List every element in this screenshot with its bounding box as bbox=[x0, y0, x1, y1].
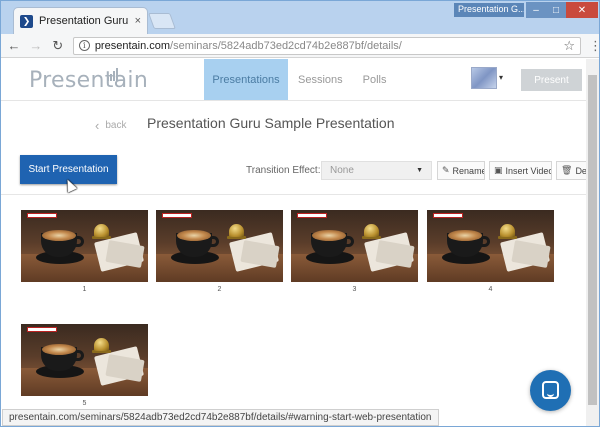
slide-thumbnail[interactable] bbox=[291, 210, 418, 282]
slide-image-coffee bbox=[42, 230, 76, 241]
back-label: back bbox=[105, 120, 127, 131]
pencil-icon: ✎ bbox=[442, 165, 450, 175]
info-icon[interactable]: i bbox=[78, 40, 90, 51]
nav-polls[interactable]: Polls bbox=[353, 59, 397, 100]
slide-number: 4 bbox=[488, 286, 493, 293]
delete-label: Dele bbox=[575, 165, 586, 176]
present-button[interactable]: Present bbox=[521, 69, 582, 91]
app-header: Presentain Presentations Sessions Polls … bbox=[1, 59, 586, 101]
caret-down-icon: ▼ bbox=[416, 167, 423, 174]
slide-thumbnail[interactable] bbox=[21, 324, 148, 396]
tab-close-icon[interactable]: × bbox=[135, 15, 141, 27]
slide-thumbnail[interactable] bbox=[156, 210, 283, 282]
reload-icon[interactable]: ↻ bbox=[49, 37, 67, 55]
chat-button[interactable] bbox=[530, 370, 571, 411]
forward-arrow-icon[interactable]: → bbox=[27, 37, 45, 55]
browser-menu-icon[interactable]: ⋮ bbox=[589, 38, 599, 54]
insert-video-button[interactable]: ▣ Insert Video bbox=[489, 161, 552, 180]
minimize-button[interactable]: – bbox=[526, 2, 546, 18]
browser-window: ❯ Presentation Guru Samp × Presentation … bbox=[0, 0, 600, 427]
video-icon: ▣ bbox=[494, 165, 503, 175]
transition-effect-value: None bbox=[330, 165, 354, 176]
bookmark-star-icon[interactable]: ☆ bbox=[563, 38, 575, 54]
page-content: Presentain Presentations Sessions Polls … bbox=[1, 59, 586, 426]
slide-image-bell bbox=[229, 224, 244, 237]
slide-logo-badge bbox=[162, 213, 192, 218]
slide-image-coffee bbox=[312, 230, 346, 241]
chevron-down-icon[interactable]: ▾ bbox=[499, 73, 503, 82]
slide-image-coffee bbox=[42, 344, 76, 355]
transition-effect-label: Transition Effect: bbox=[246, 165, 321, 176]
presentain-logo[interactable]: Presentain bbox=[29, 68, 148, 93]
divider bbox=[1, 194, 586, 195]
nav-presentations[interactable]: Presentations bbox=[204, 59, 288, 100]
transition-effect-select[interactable]: None ▼ bbox=[321, 161, 432, 180]
scroll-thumb[interactable] bbox=[588, 75, 597, 405]
chevron-left-icon: ‹ bbox=[95, 118, 100, 133]
title-bar: ❯ Presentation Guru Samp × Presentation … bbox=[1, 1, 599, 34]
slide-image-bell bbox=[94, 224, 109, 237]
slide-number: 2 bbox=[217, 286, 222, 293]
page-title: Presentation Guru Sample Presentation bbox=[147, 115, 395, 131]
slide-thumbnail[interactable] bbox=[21, 210, 148, 282]
slide-logo-badge bbox=[27, 213, 57, 218]
main-nav: Presentations Sessions Polls bbox=[204, 59, 396, 100]
slide-logo-badge bbox=[433, 213, 463, 218]
slide-logo-badge bbox=[27, 327, 57, 332]
new-tab-button[interactable] bbox=[148, 13, 176, 29]
close-window-button[interactable]: ✕ bbox=[566, 2, 598, 18]
rename-button[interactable]: ✎ Rename bbox=[437, 161, 485, 180]
insert-video-label: Insert Video bbox=[505, 165, 552, 176]
trash-icon: 🗑 bbox=[561, 165, 573, 175]
slide-logo-badge bbox=[297, 213, 327, 218]
browser-tab[interactable]: ❯ Presentation Guru Samp × bbox=[13, 7, 148, 34]
maximize-button[interactable]: □ bbox=[546, 2, 566, 18]
slide-image-bell bbox=[94, 338, 109, 351]
address-bar[interactable]: i presentain.com /seminars/5824adb73ed2c… bbox=[72, 36, 582, 55]
tab-title: Presentation Guru Samp bbox=[39, 15, 131, 27]
slide-image-coffee bbox=[448, 230, 482, 241]
presentain-favicon-icon: ❯ bbox=[20, 14, 33, 28]
slide-number: 3 bbox=[352, 286, 357, 293]
back-link[interactable]: ‹ back bbox=[95, 118, 126, 133]
delete-button[interactable]: 🗑 Dele bbox=[556, 161, 586, 180]
slide-image-bell bbox=[364, 224, 379, 237]
browser-toolbar: ← → ↻ i presentain.com /seminars/5824adb… bbox=[1, 34, 599, 58]
url-host: presentain.com bbox=[94, 39, 171, 52]
status-bar-url: presentain.com/seminars/5824adb73ed2cd74… bbox=[2, 409, 439, 426]
avatar[interactable] bbox=[471, 67, 497, 89]
logo-signal-icon bbox=[107, 67, 118, 81]
slide-image-bell bbox=[500, 224, 515, 237]
page-scrollbar[interactable] bbox=[586, 59, 599, 426]
window-title-label: Presentation G... bbox=[454, 3, 524, 17]
nav-sessions[interactable]: Sessions bbox=[288, 59, 353, 100]
slide-thumbnail[interactable] bbox=[427, 210, 554, 282]
slide-number: 1 bbox=[82, 286, 87, 293]
slide-number: 5 bbox=[82, 400, 87, 407]
back-arrow-icon[interactable]: ← bbox=[5, 37, 23, 55]
chat-bubble-icon bbox=[542, 381, 559, 399]
slide-image-coffee bbox=[177, 230, 211, 241]
rename-label: Rename bbox=[452, 165, 485, 176]
url-path: /seminars/5824adb73ed2cd74b2e887bf/detai… bbox=[170, 39, 402, 52]
